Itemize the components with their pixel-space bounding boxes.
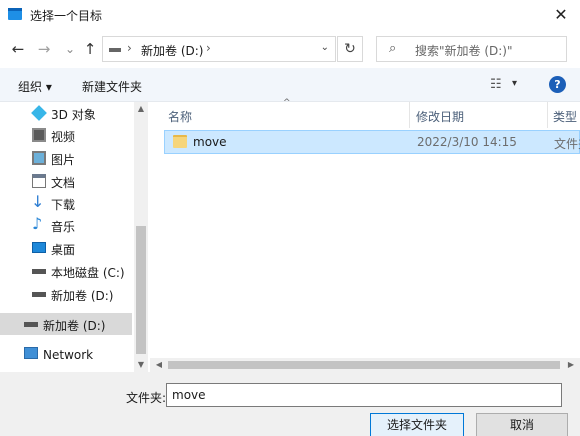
sidebar-item-label: 图片 bbox=[51, 153, 76, 167]
scrollbar-thumb[interactable] bbox=[168, 361, 560, 369]
file-type: 文件夹 bbox=[554, 137, 580, 151]
view-options-icon[interactable]: ☷ bbox=[490, 77, 502, 92]
cancel-button[interactable]: 取消 bbox=[476, 413, 568, 436]
sidebar-item-label: 3D 对象 bbox=[51, 108, 96, 122]
close-icon[interactable]: ✕ bbox=[548, 2, 574, 28]
help-icon[interactable]: ? bbox=[549, 76, 566, 93]
breadcrumb-separator-end[interactable]: › bbox=[206, 41, 211, 55]
sidebar-item-label: 新加卷 (D:) bbox=[43, 319, 106, 333]
download-icon: ↓ bbox=[31, 192, 45, 211]
cube-3d-icon bbox=[31, 105, 47, 121]
network-icon bbox=[24, 347, 38, 359]
column-header-date[interactable]: 修改日期 bbox=[398, 102, 548, 128]
file-date: 2022/3/10 14:15 bbox=[417, 135, 517, 149]
video-icon bbox=[32, 128, 46, 142]
sidebar-item-documents[interactable]: 文档 bbox=[0, 170, 132, 192]
breadcrumb-separator[interactable]: › bbox=[127, 41, 132, 55]
file-list: ^ 名称 修改日期 类型 move 2022/3/10 14:15 文件夹 bbox=[150, 98, 580, 372]
new-folder-button[interactable]: 新建文件夹 bbox=[82, 78, 142, 95]
file-name: move bbox=[193, 135, 227, 149]
command-bar: 组织 ▾ 新建文件夹 ☷ ▾ ? bbox=[0, 68, 580, 102]
search-input[interactable]: ⌕ 搜索"新加卷 (D:)" bbox=[376, 36, 567, 62]
search-icon: ⌕ bbox=[389, 41, 397, 56]
select-folder-button[interactable]: 选择文件夹 bbox=[370, 413, 464, 436]
sidebar-item-label: 下载 bbox=[51, 198, 76, 212]
scrollbar-thumb[interactable] bbox=[136, 226, 146, 354]
sidebar-item-desktop[interactable]: 桌面 bbox=[0, 237, 132, 259]
navigation-pane: 3D 对象 视频 图片 文档 ↓ 下载 ♪ 音乐 桌面 本地磁盘 (C:) 新加… bbox=[0, 102, 148, 372]
sidebar-item-downloads[interactable]: ↓ 下载 bbox=[0, 192, 132, 214]
sidebar-item-new-volume-d-selected[interactable]: 新加卷 (D:) bbox=[0, 313, 132, 335]
recent-locations-icon[interactable]: ⌄ bbox=[60, 38, 80, 60]
sidebar-scrollbar[interactable]: ▲ ▼ bbox=[134, 102, 148, 372]
sidebar-item-label: 桌面 bbox=[51, 243, 76, 257]
dialog-footer: 文件夹: move 选择文件夹 取消 bbox=[0, 372, 580, 436]
scroll-right-icon[interactable]: ▶ bbox=[564, 360, 578, 369]
sidebar-item-music[interactable]: ♪ 音乐 bbox=[0, 214, 132, 236]
drive-icon bbox=[32, 269, 46, 274]
chevron-down-icon[interactable]: ⌄ bbox=[321, 42, 329, 53]
back-arrow-icon[interactable]: ← bbox=[8, 38, 28, 60]
sidebar-item-label: 文档 bbox=[51, 176, 76, 190]
scroll-down-icon[interactable]: ▼ bbox=[134, 360, 148, 369]
sidebar-item-new-volume-d[interactable]: 新加卷 (D:) bbox=[0, 283, 132, 305]
drive-icon bbox=[24, 322, 38, 327]
table-row[interactable]: move 2022/3/10 14:15 文件夹 bbox=[164, 130, 580, 154]
forward-arrow-icon[interactable]: → bbox=[34, 38, 54, 60]
document-icon bbox=[32, 174, 46, 188]
window-icon bbox=[8, 8, 22, 20]
organize-button[interactable]: 组织 ▾ bbox=[18, 78, 52, 95]
folder-name-value: move bbox=[172, 388, 206, 402]
sidebar-item-network[interactable]: Network bbox=[0, 344, 132, 366]
drive-icon bbox=[109, 48, 121, 52]
breadcrumb-drive[interactable]: 新加卷 (D:) bbox=[141, 42, 203, 59]
folder-name-label: 文件夹: bbox=[126, 391, 167, 405]
drive-icon bbox=[32, 292, 46, 297]
up-arrow-icon[interactable]: ↑ bbox=[80, 38, 100, 60]
sidebar-item-label: Network bbox=[43, 348, 94, 362]
desktop-icon bbox=[32, 242, 46, 253]
sidebar-item-label: 新加卷 (D:) bbox=[51, 289, 114, 303]
refresh-button[interactable]: ↻ bbox=[337, 36, 363, 62]
folder-icon bbox=[173, 135, 187, 148]
sidebar-item-label: 音乐 bbox=[51, 220, 76, 234]
column-header-name[interactable]: 名称 bbox=[150, 102, 410, 128]
scroll-left-icon[interactable]: ◀ bbox=[152, 360, 166, 369]
sidebar-item-videos[interactable]: 视频 bbox=[0, 124, 132, 146]
sidebar-item-3d-objects[interactable]: 3D 对象 bbox=[0, 102, 132, 124]
sidebar-item-pictures[interactable]: 图片 bbox=[0, 147, 132, 169]
chevron-down-icon[interactable]: ▾ bbox=[512, 78, 517, 89]
sidebar-item-label: 本地磁盘 (C:) bbox=[51, 266, 125, 280]
sidebar-item-local-disk-c[interactable]: 本地磁盘 (C:) bbox=[0, 260, 132, 282]
address-bar[interactable]: › 新加卷 (D:) › ⌄ bbox=[102, 36, 336, 62]
music-icon: ♪ bbox=[32, 214, 43, 233]
window-title: 选择一个目标 bbox=[30, 9, 103, 23]
folder-name-field[interactable]: move bbox=[166, 383, 562, 407]
picture-icon bbox=[32, 151, 46, 165]
sidebar-item-label: 视频 bbox=[51, 130, 76, 144]
search-placeholder: 搜索"新加卷 (D:)" bbox=[415, 44, 513, 58]
scroll-up-icon[interactable]: ▲ bbox=[134, 104, 148, 113]
title-bar: 选择一个目标 ✕ bbox=[0, 0, 580, 30]
horizontal-scrollbar[interactable]: ◀ ▶ bbox=[150, 358, 580, 372]
column-header-type[interactable]: 类型 bbox=[535, 102, 580, 128]
